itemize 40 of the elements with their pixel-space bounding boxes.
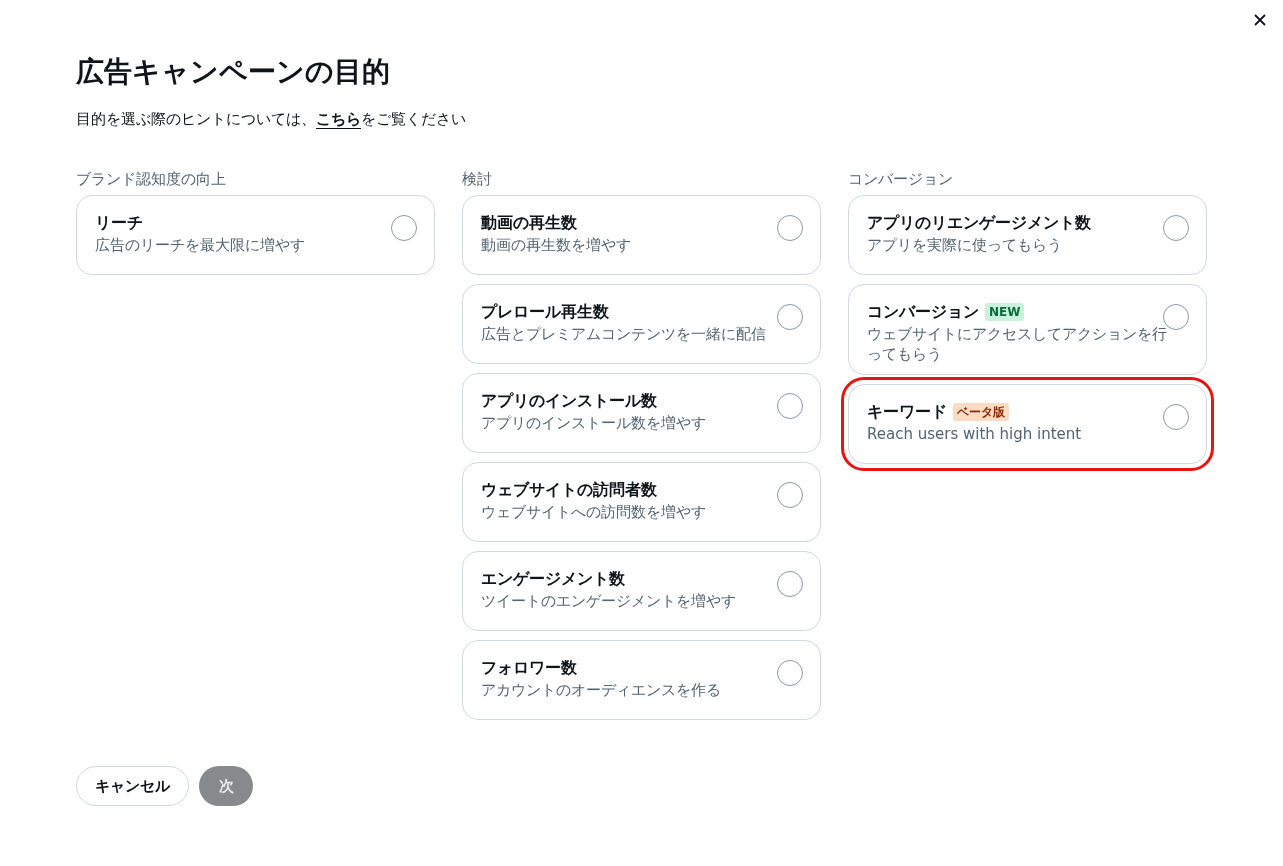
objective-option[interactable]: リーチ 広告のリーチを最大限に増やす: [76, 195, 435, 275]
option-title: 動画の再生数: [481, 212, 577, 234]
objective-option[interactable]: コンバージョン NEW ウェブサイトにアクセスしてアクションを行ってもらう: [848, 284, 1207, 375]
group-label: ブランド認知度の向上: [76, 169, 227, 190]
option-title: アプリのリエンゲージメント数: [867, 212, 1091, 234]
option-title: キーワード: [867, 401, 947, 423]
option-description: ツイートのエンゲージメントを増やす: [481, 591, 737, 611]
option-title: コンバージョン: [867, 301, 979, 323]
group-label: コンバージョン: [848, 169, 954, 190]
option-title: リーチ: [95, 212, 143, 234]
option-title: アプリのインストール数: [481, 390, 657, 412]
close-icon[interactable]: [1254, 14, 1266, 26]
hint-text: 目的を選ぶ際のヒントについては、: [76, 110, 316, 128]
objective-option[interactable]: ウェブサイトの訪問者数 ウェブサイトへの訪問数を増やす: [462, 462, 821, 542]
option-title: プレロール再生数: [481, 301, 609, 323]
option-description: アカウントのオーディエンスを作る: [481, 680, 722, 700]
dialog-title: 広告キャンペーンの目的: [76, 54, 391, 90]
objective-option[interactable]: アプリのインストール数 アプリのインストール数を増やす: [462, 373, 821, 453]
option-title: エンゲージメント数: [481, 568, 625, 590]
objective-option[interactable]: 動画の再生数 動画の再生数を増やす: [462, 195, 821, 275]
option-description: ウェブサイトにアクセスしてアクションを行ってもらう: [867, 324, 1168, 364]
objective-option[interactable]: プレロール再生数 広告とプレミアムコンテンツを一緒に配信: [462, 284, 821, 364]
option-title: ウェブサイトの訪問者数: [481, 479, 657, 501]
option-description: アプリを実際に使ってもらう: [867, 235, 1063, 255]
hint-link[interactable]: こちら: [316, 110, 361, 129]
objective-option[interactable]: アプリのリエンゲージメント数 アプリを実際に使ってもらう: [848, 195, 1207, 275]
option-description: 広告のリーチを最大限に増やす: [95, 235, 306, 255]
option-description: 広告とプレミアムコンテンツを一緒に配信: [481, 324, 767, 344]
cancel-button[interactable]: キャンセル: [76, 766, 189, 806]
option-badge: NEW: [985, 303, 1025, 321]
hint-text: をご覧ください: [361, 110, 466, 128]
option-description: ウェブサイトへの訪問数を増やす: [481, 502, 707, 522]
option-description: Reach users with high intent: [867, 424, 1083, 444]
option-badge: ベータ版: [953, 403, 1009, 421]
option-description: アプリのインストール数を増やす: [481, 413, 707, 433]
objective-option[interactable]: エンゲージメント数 ツイートのエンゲージメントを増やす: [462, 551, 821, 631]
objective-option[interactable]: フォロワー数 アカウントのオーディエンスを作る: [462, 640, 821, 720]
option-description: 動画の再生数を増やす: [481, 235, 632, 255]
option-title: フォロワー数: [481, 657, 577, 679]
group-label: 検討: [462, 169, 493, 190]
